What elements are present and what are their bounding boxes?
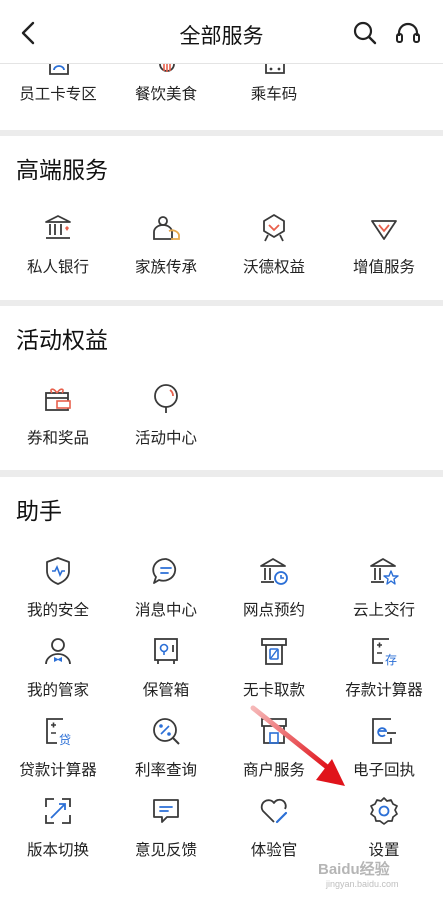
- service-safe-box[interactable]: 保管箱: [111, 636, 221, 710]
- service-label: 保管箱: [142, 681, 190, 699]
- service-bus-code[interactable]: 乘车码: [219, 64, 329, 124]
- deposit-calculator-icon: 存: [372, 638, 397, 666]
- service-interest-rate[interactable]: 利率查询: [111, 716, 221, 790]
- service-label: 餐饮美食: [134, 85, 197, 103]
- branch-booking-icon: [260, 558, 288, 585]
- bus-code-icon: [265, 64, 285, 74]
- service-label: 网点预约: [242, 601, 305, 619]
- service-experience-officer[interactable]: 体验官: [219, 796, 329, 870]
- service-label: 我的安全: [26, 601, 89, 619]
- top-row-section: 员工卡专区 餐饮美食 乘车码: [0, 64, 443, 130]
- watermark-logo: Baidu经验: [318, 861, 390, 878]
- section-title: 助手: [16, 499, 62, 525]
- service-label: 版本切换: [26, 841, 89, 859]
- service-e-receipt[interactable]: 电子回执: [329, 716, 439, 790]
- section-title: 高端服务: [16, 158, 108, 184]
- service-loan-calculator[interactable]: 贷 贷款计算器: [3, 716, 113, 790]
- service-label: 云上交行: [352, 601, 415, 619]
- expand-arrows-icon: [45, 798, 71, 824]
- service-label: 员工卡专区: [19, 85, 97, 103]
- safe-box-icon: [154, 638, 178, 664]
- dining-icon: [159, 64, 175, 72]
- service-branch-booking[interactable]: 网点预约: [219, 556, 329, 630]
- service-family-heritage[interactable]: 家族传承: [111, 213, 221, 287]
- service-label: 贷款计算器: [19, 761, 97, 779]
- watermark-url: jingyan.baidu.com: [326, 879, 399, 889]
- wealth-rights-icon: [263, 214, 285, 242]
- message-icon: [152, 558, 177, 584]
- shield-icon: [46, 557, 70, 585]
- service-label: 存款计算器: [345, 681, 423, 699]
- section-title: 活动权益: [16, 328, 108, 354]
- service-dining[interactable]: 餐饮美食: [111, 64, 221, 124]
- coupon-gift-icon: [45, 388, 71, 411]
- gear-icon: [370, 797, 398, 825]
- service-activity-center[interactable]: 活动中心: [111, 384, 221, 458]
- svg-text:存: 存: [385, 653, 397, 666]
- service-coupon-gift[interactable]: 券和奖品: [3, 384, 113, 458]
- service-value-added[interactable]: 增值服务: [329, 213, 439, 287]
- service-employee-card[interactable]: 员工卡专区: [3, 64, 113, 124]
- merchant-icon: [261, 718, 287, 744]
- service-message-center[interactable]: 消息中心: [111, 556, 221, 630]
- svg-text:贷: 贷: [59, 733, 71, 746]
- service-label: 利率查询: [134, 761, 197, 779]
- top-bar: 全部服务: [0, 0, 443, 64]
- cloud-bank-icon: [370, 558, 399, 585]
- balloon-icon: [154, 384, 178, 413]
- service-private-bank[interactable]: 私人银行: [3, 213, 113, 287]
- service-label: 我的管家: [26, 681, 89, 699]
- service-label: 电子回执: [352, 761, 415, 779]
- customer-service-icon[interactable]: [394, 20, 422, 48]
- service-label: 券和奖品: [26, 429, 89, 447]
- service-label: 沃德权益: [242, 258, 305, 276]
- private-bank-icon: [45, 215, 71, 239]
- service-cloud-bank[interactable]: 云上交行: [329, 556, 439, 630]
- heart-pen-icon: [260, 798, 288, 824]
- service-label: 乘车码: [250, 85, 298, 103]
- interest-rate-icon: [153, 718, 180, 745]
- service-label: 意见反馈: [134, 841, 197, 859]
- section-activity-rights: 活动权益 券和奖品 活动中心: [0, 306, 443, 470]
- service-label: 体验官: [250, 841, 298, 859]
- service-version-switch[interactable]: 版本切换: [3, 796, 113, 870]
- section-assistant: 助手 我的安全 消息中心 网点预约 云上交行 我的管家 保管箱 无卡取款 存 存…: [0, 477, 443, 903]
- service-merchant[interactable]: 商户服务: [219, 716, 329, 790]
- service-label: 家族传承: [134, 258, 197, 276]
- e-receipt-icon: [372, 718, 396, 744]
- service-label: 私人银行: [26, 258, 89, 276]
- service-wealth-rights[interactable]: 沃德权益: [219, 213, 329, 287]
- service-cardless-withdraw[interactable]: 无卡取款: [219, 636, 329, 710]
- service-my-security[interactable]: 我的安全: [3, 556, 113, 630]
- search-icon[interactable]: [352, 20, 378, 46]
- loan-calculator-icon: 贷: [46, 718, 71, 746]
- service-label: 无卡取款: [242, 681, 305, 699]
- watermark: Baidu经验 jingyan.baidu.com: [318, 858, 436, 898]
- service-label: 增值服务: [352, 258, 415, 276]
- section-premium-services: 高端服务 私人银行 家族传承 沃德权益 增值服务: [0, 136, 443, 300]
- feedback-icon: [153, 799, 179, 823]
- service-feedback[interactable]: 意见反馈: [111, 796, 221, 870]
- family-heritage-icon: [153, 216, 180, 240]
- cardless-withdraw-icon: [261, 638, 287, 665]
- butler-icon: [45, 638, 71, 665]
- service-my-butler[interactable]: 我的管家: [3, 636, 113, 710]
- service-label: 消息中心: [134, 601, 197, 619]
- service-label: 活动中心: [134, 429, 197, 447]
- service-label: 设置: [368, 841, 400, 859]
- service-deposit-calculator[interactable]: 存 存款计算器: [329, 636, 439, 710]
- value-added-icon: [371, 220, 397, 240]
- employee-card-icon: [49, 64, 69, 75]
- service-label: 商户服务: [242, 761, 305, 779]
